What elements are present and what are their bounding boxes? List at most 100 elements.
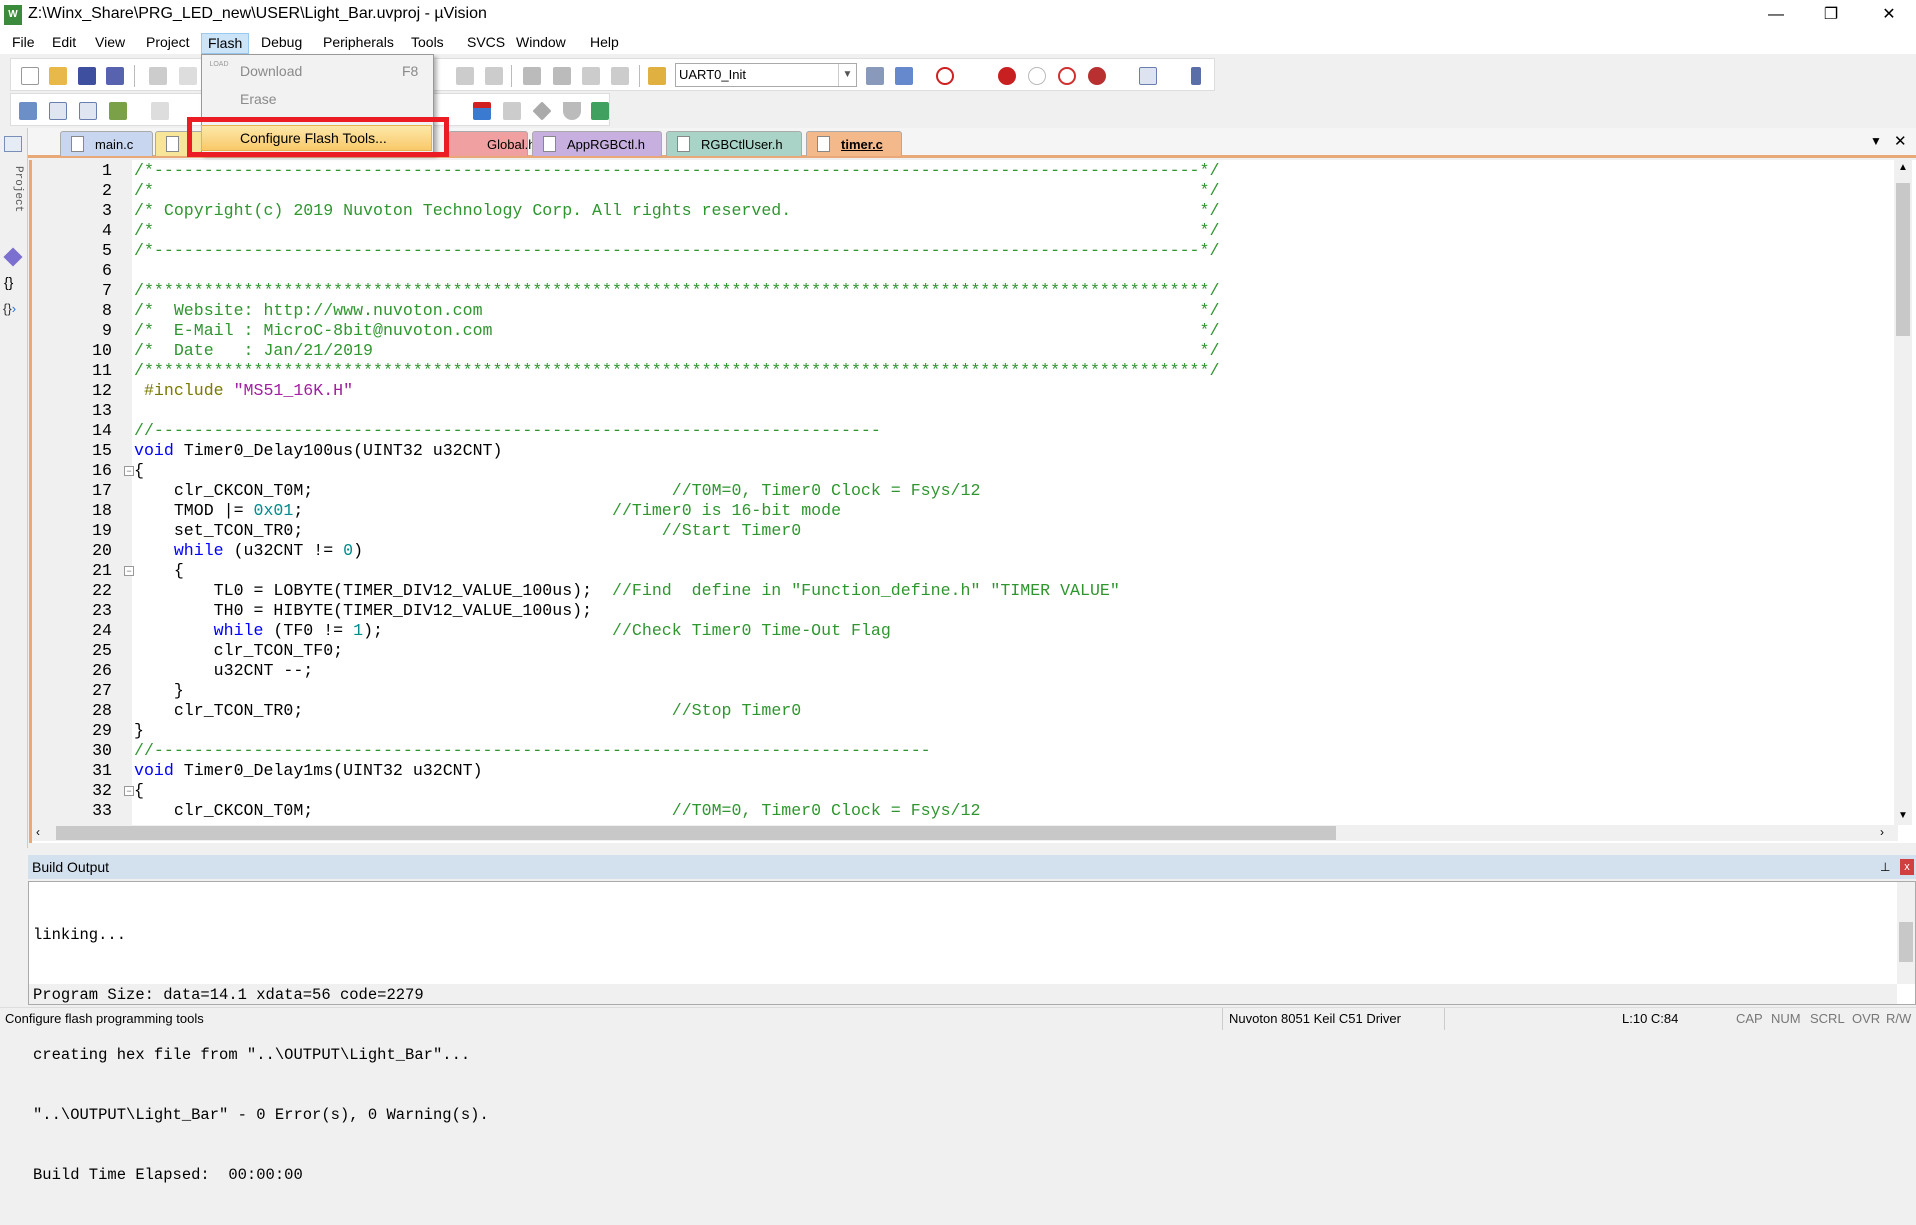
code-line[interactable]: 25 clr_TCON_TF0; — [92, 641, 1219, 661]
code-line[interactable]: 14 //------------------------------------… — [92, 421, 1219, 441]
code-line[interactable]: 17 clr_CKCON_T0M; //T0M=0, Timer0 Clock … — [92, 481, 1219, 501]
code-line[interactable]: 22 TL0 = LOBYTE(TIMER_DIV12_VALUE_100us)… — [92, 581, 1219, 601]
code-line[interactable]: 23 TH0 = HIBYTE(TIMER_DIV12_VALUE_100us)… — [92, 601, 1219, 621]
menu-item-erase[interactable]: Erase — [202, 87, 433, 111]
pin-icon[interactable]: ⊥ — [1880, 855, 1890, 879]
event-recorder-icon[interactable] — [591, 102, 609, 120]
close-tab-icon[interactable]: ✕ — [1894, 132, 1907, 150]
code-line[interactable]: 5 /*-------------------------------------… — [102, 241, 1219, 261]
code-line[interactable]: 31 void Timer0_Delay1ms(UINT32 u32CNT) — [92, 761, 1219, 781]
menu-peripherals[interactable]: Peripherals — [317, 33, 400, 54]
build-output-panel[interactable]: linking... Program Size: data=14.1 xdata… — [28, 881, 1916, 1184]
menu-window[interactable]: Window — [510, 33, 572, 54]
scroll-thumb[interactable] — [1899, 922, 1913, 962]
save-all-icon[interactable] — [106, 67, 124, 85]
templates-icon[interactable]: {}› — [3, 301, 16, 316]
fold-collapse-icon[interactable]: − — [124, 466, 134, 476]
chevron-down-icon[interactable]: ▼ — [838, 64, 856, 86]
minimize-button[interactable]: — — [1753, 0, 1799, 30]
restore-button[interactable]: ❐ — [1808, 0, 1854, 30]
close-panel-icon[interactable]: x — [1900, 859, 1914, 875]
pack-installer-icon[interactable] — [532, 101, 552, 121]
kill-breakpoints-icon[interactable] — [1088, 67, 1106, 85]
find-in-files-icon[interactable] — [648, 67, 666, 85]
window-layout-icon[interactable] — [1139, 67, 1157, 85]
configure-icon[interactable] — [1191, 67, 1201, 85]
tab-rgbctluser-h[interactable]: RGBCtlUser.h — [666, 131, 802, 156]
target-function-combo[interactable]: UART0_Init ▼ — [675, 63, 857, 87]
code-line[interactable]: 26 u32CNT --; — [92, 661, 1219, 681]
scroll-down-icon[interactable]: ▼ — [1898, 810, 1908, 821]
disable-all-breakpoints-icon[interactable] — [1058, 67, 1076, 85]
code-line[interactable]: 21 − { — [92, 561, 1219, 581]
code-line[interactable]: 20 while (u32CNT != 0) — [92, 541, 1219, 561]
scroll-right-icon[interactable]: › — [1880, 825, 1884, 839]
disable-breakpoint-icon[interactable] — [1028, 67, 1046, 85]
find-icon[interactable] — [866, 67, 884, 85]
code-line[interactable]: 11 /*************************************… — [92, 361, 1219, 381]
code-line[interactable]: 7 /**************************************… — [102, 281, 1219, 301]
code-line[interactable]: 27 } — [92, 681, 1219, 701]
open-folder-icon[interactable] — [49, 67, 67, 85]
scroll-up-icon[interactable]: ▲ — [1898, 162, 1908, 173]
code-line[interactable]: 18 TMOD |= 0x01; //Timer0 is 16-bit mode — [92, 501, 1219, 521]
tab-list-dropdown-icon[interactable]: ▼ — [1870, 134, 1882, 148]
bookmark-prev-icon[interactable] — [456, 67, 474, 85]
project-window-icon[interactable] — [4, 136, 22, 152]
code-line[interactable]: 15 void Timer0_Delay100us(UINT32 u32CNT) — [92, 441, 1219, 461]
uncomment-icon[interactable] — [611, 67, 629, 85]
tab-timer-c[interactable]: timer.c — [806, 131, 902, 156]
code-line[interactable]: 3 /* Copyright(c) 2019 Nuvoton Technology… — [102, 201, 1219, 221]
indent-icon[interactable] — [523, 67, 541, 85]
unindent-icon[interactable] — [553, 67, 571, 85]
translate-icon[interactable] — [19, 102, 37, 120]
tab-apprgbctl-h[interactable]: AppRGBCtl.h — [532, 131, 662, 156]
tab-main-c[interactable]: main.c — [60, 131, 153, 156]
cut-icon[interactable] — [149, 67, 167, 85]
code-lines[interactable]: 1 /*-------------------------------------… — [92, 161, 1219, 821]
code-line[interactable]: 2 /* */ — [102, 181, 1219, 201]
debug-session-icon[interactable] — [936, 67, 954, 85]
filter-icon[interactable] — [563, 102, 581, 120]
code-line[interactable]: 30 //------------------------------------… — [92, 741, 1219, 761]
code-line[interactable]: 9 /* E-Mail : MicroC-8bit@nuvoton.com */ — [102, 321, 1219, 341]
copy-icon[interactable] — [179, 67, 197, 85]
code-line[interactable]: 33 clr_CKCON_T0M; //T0M=0, Timer0 Clock … — [92, 801, 1219, 821]
tab-global-h[interactable]: Global.h — [448, 131, 535, 156]
scroll-thumb[interactable] — [56, 826, 1336, 840]
code-line[interactable]: 24 while (TF0 != 1); //Check Timer0 Time… — [92, 621, 1219, 641]
code-line[interactable]: 32 −{ — [92, 781, 1219, 801]
fold-collapse-icon[interactable]: − — [124, 786, 134, 796]
code-line[interactable]: 29} — [92, 721, 1219, 741]
menu-help[interactable]: Help — [584, 33, 625, 54]
incremental-find-icon[interactable] — [895, 67, 913, 85]
code-line[interactable]: 16 −{ — [92, 461, 1219, 481]
breakpoint-icon[interactable] — [998, 67, 1016, 85]
menu-project[interactable]: Project — [140, 33, 196, 54]
code-line[interactable]: 4 /* */ — [102, 221, 1219, 241]
menu-view[interactable]: View — [89, 33, 131, 54]
code-line[interactable]: 1 /*-------------------------------------… — [102, 161, 1219, 181]
code-line[interactable]: 19 set_TCON_TR0; //Start Timer0 — [92, 521, 1219, 541]
save-icon[interactable] — [78, 67, 96, 85]
close-button[interactable]: ✕ — [1866, 0, 1912, 30]
comment-icon[interactable] — [582, 67, 600, 85]
books-icon[interactable] — [3, 247, 23, 267]
stop-build-icon[interactable] — [151, 102, 169, 120]
manage-components-icon[interactable] — [473, 102, 491, 120]
code-line[interactable]: 28 clr_TCON_TR0; //Stop Timer0 — [92, 701, 1219, 721]
code-line[interactable]: 6 — [102, 261, 1219, 281]
editor-horizontal-scrollbar[interactable]: ‹ › — [32, 825, 1898, 841]
new-file-icon[interactable] — [21, 67, 39, 85]
scroll-thumb[interactable] — [1896, 183, 1910, 336]
menu-tools[interactable]: Tools — [405, 33, 450, 54]
menu-svcs[interactable]: SVCS — [461, 33, 511, 54]
code-line[interactable]: 13 — [92, 401, 1219, 421]
menu-edit[interactable]: Edit — [46, 33, 82, 54]
fold-collapse-icon[interactable]: − — [124, 566, 134, 576]
build-icon[interactable] — [49, 102, 67, 120]
code-line[interactable]: 8 /* Website: http://www.nuvoton.com */ — [102, 301, 1219, 321]
menu-flash[interactable]: Flash — [201, 33, 250, 54]
code-line[interactable]: 10 /* Date : Jan/21/2019 */ — [92, 341, 1219, 361]
editor-vertical-scrollbar[interactable]: ▲ ▼ — [1894, 160, 1912, 825]
